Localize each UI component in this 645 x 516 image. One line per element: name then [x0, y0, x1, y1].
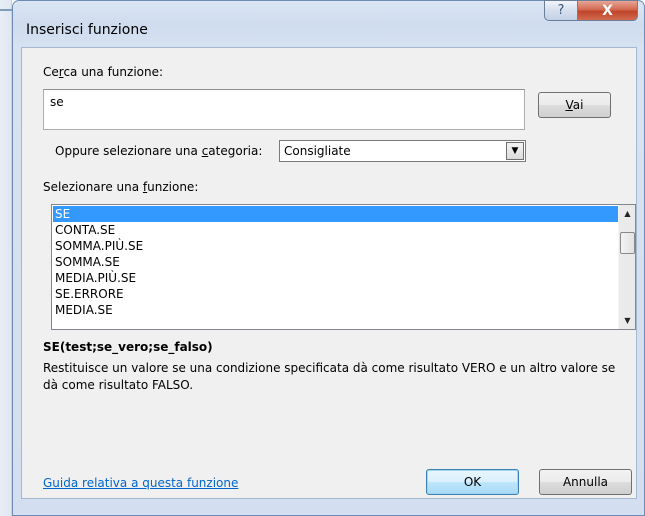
- go-button-hotkey: V: [565, 98, 573, 112]
- caption-buttons: ? X: [544, 0, 638, 21]
- scroll-up-arrow-icon[interactable]: ▲: [619, 205, 636, 222]
- category-label-b: ategoria:: [208, 144, 263, 158]
- help-on-function-link[interactable]: Guida relativa a questa funzione: [43, 476, 238, 490]
- function-list-item[interactable]: SOMMA.SE: [53, 254, 618, 270]
- ok-button-label: OK: [463, 475, 482, 489]
- scroll-thumb[interactable]: [620, 232, 635, 254]
- help-icon: ?: [557, 3, 565, 18]
- help-button[interactable]: ?: [544, 0, 578, 21]
- function-listbox[interactable]: SE CONTA.SE SOMMA.PIÙ.SE SOMMA.SE MEDIA.PIÙ.…: [51, 204, 636, 330]
- cancel-button-label: Annulla: [562, 475, 609, 489]
- function-list-item[interactable]: MEDIA.SE: [53, 302, 618, 318]
- go-button[interactable]: Vai: [538, 92, 611, 118]
- search-label-b: ca una funzione:: [63, 65, 164, 79]
- function-signature: SE(test;se_vero;se_falso): [43, 340, 213, 354]
- function-list-label-a: Selezionare una: [43, 180, 143, 194]
- background-window-mark: [0, 9, 12, 11]
- function-description: Restituisce un valore se una condizione …: [43, 361, 616, 392]
- insert-function-dialog: Inserisci funzione ? X Cerca una funzion…: [12, 0, 645, 516]
- function-list-item[interactable]: SE.ERRORE: [53, 286, 618, 302]
- category-label: Oppure selezionare una categoria:: [55, 144, 262, 158]
- function-list-item[interactable]: CONTA.SE: [53, 222, 618, 238]
- scroll-down-arrow-icon[interactable]: ▼: [619, 312, 636, 329]
- function-list-item[interactable]: MEDIA.PIÙ.SE: [53, 270, 618, 286]
- search-label: Cerca una funzione:: [43, 65, 163, 79]
- chevron-down-icon[interactable]: ▼: [506, 142, 524, 160]
- search-label-a: Ce: [43, 65, 59, 79]
- ok-button[interactable]: OK: [426, 469, 519, 495]
- category-label-a: Oppure selezionare una: [55, 144, 202, 158]
- go-button-label: Vai: [565, 98, 584, 112]
- search-input-value: se: [50, 95, 64, 109]
- search-input[interactable]: se: [43, 89, 525, 130]
- close-button[interactable]: X: [578, 0, 638, 21]
- dialog-title: Inserisci funzione: [26, 22, 148, 38]
- dialog-body: Cerca una funzione: se Vai Oppure selezi…: [21, 47, 637, 499]
- category-selected-value: Consigliate: [284, 144, 351, 158]
- background-window-edge: [0, 0, 12, 516]
- function-list-item[interactable]: SE: [53, 206, 618, 222]
- function-list-item[interactable]: SOMMA.PIÙ.SE: [53, 238, 618, 254]
- function-list-label: Selezionare una funzione:: [43, 180, 198, 194]
- list-scrollbar[interactable]: ▲ ▼: [618, 205, 635, 329]
- cancel-button[interactable]: Annulla: [539, 469, 632, 495]
- function-list-label-b: unzione:: [147, 180, 199, 194]
- function-list-items: SE CONTA.SE SOMMA.PIÙ.SE SOMMA.SE MEDIA.PIÙ.…: [53, 206, 618, 318]
- category-select[interactable]: Consigliate ▼: [279, 140, 526, 162]
- close-icon: X: [602, 2, 613, 19]
